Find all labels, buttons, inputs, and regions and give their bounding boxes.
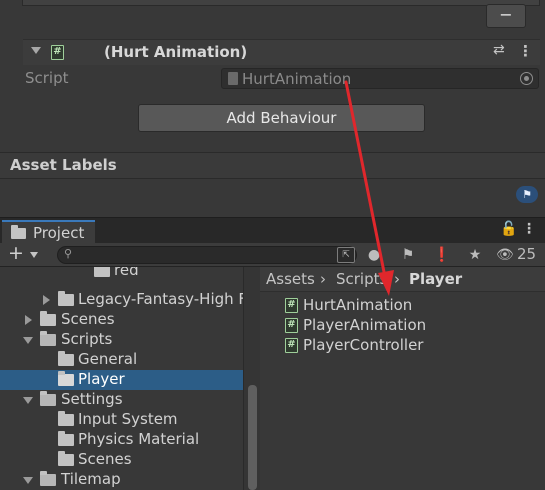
collapse-arrow-icon[interactable] — [23, 477, 33, 484]
hidden-packages-count: 25 — [517, 245, 537, 263]
foldout-arrow-icon[interactable] — [31, 47, 41, 54]
previous-component-footer — [22, 0, 540, 6]
folder-icon — [58, 351, 74, 366]
tree-item-scenes[interactable]: Scenes — [0, 310, 243, 330]
search-by-type-icon[interactable]: ⇱ — [337, 247, 355, 263]
tree-item-settings[interactable]: Settings — [0, 390, 243, 410]
tree-item-input-system[interactable]: Input System — [0, 410, 243, 430]
breadcrumb-assets[interactable]: Assets — [266, 270, 315, 288]
component-menu-icon[interactable]: ⋮ — [518, 42, 533, 60]
folder-icon — [11, 225, 26, 239]
tree-item-label: Scenes — [61, 310, 115, 328]
tree-item-general[interactable]: General — [0, 350, 243, 370]
tree-item-label: Scripts — [61, 330, 113, 348]
script-object-field[interactable]: HurtAnimation — [221, 68, 539, 89]
folder-icon — [58, 411, 74, 426]
folder-icon — [94, 267, 110, 277]
tree-item-legacy-fantasy[interactable]: Legacy-Fantasy-High F — [0, 290, 243, 310]
scrollbar-thumb[interactable] — [248, 385, 257, 490]
object-picker-icon[interactable] — [520, 72, 533, 85]
breadcrumb-scripts[interactable]: Scripts — [336, 270, 387, 288]
script-icon: # — [51, 45, 64, 60]
breadcrumb-separator: › — [320, 270, 326, 288]
asset-labels-heading: Asset Labels — [10, 156, 117, 174]
tree-item-tilemap[interactable]: Tilemap — [0, 470, 243, 490]
tree-item-label: Physics Material — [78, 430, 200, 448]
tree-item-label: Input System — [78, 410, 178, 428]
presets-icon[interactable]: ⇄ — [493, 42, 505, 58]
favorites-star-icon[interactable]: ★ — [465, 245, 485, 265]
script-field-label: Script — [25, 69, 69, 87]
component-header[interactable]: # (Hurt Animation) ⇄ ⋮ — [23, 39, 540, 65]
open-folder-icon — [40, 471, 56, 486]
tree-item-label: Player — [78, 370, 125, 388]
search-input[interactable]: ⚲ ⇱ — [57, 246, 357, 264]
script-icon: # — [285, 298, 298, 313]
folder-icon — [58, 431, 74, 446]
tree-item-label: Legacy-Fantasy-High F — [78, 290, 243, 308]
asset-item-label: PlayerController — [303, 336, 424, 354]
unity-editor-panel: { "inspector": { "remove_button": "−", "… — [0, 0, 545, 490]
component-title: (Hurt Animation) — [104, 43, 248, 61]
asset-list-pane: Assets › Scripts › Player # HurtAnimatio… — [260, 267, 545, 490]
search-by-label-icon[interactable]: ● — [364, 245, 384, 265]
project-tab-bar: Project 🔓 ⋮ — [0, 217, 545, 244]
tag-icon[interactable]: ⚑ — [516, 186, 538, 203]
tree-scrollbar[interactable] — [243, 267, 260, 490]
hidden-packages-icon[interactable]: 👁 — [496, 245, 514, 265]
expand-arrow-icon[interactable] — [43, 295, 50, 305]
tree-item-player[interactable]: Player — [0, 370, 243, 390]
folder-icon — [58, 451, 74, 466]
script-icon: # — [285, 318, 298, 333]
breadcrumb: Assets › Scripts › Player — [260, 267, 545, 292]
collapse-arrow-icon[interactable] — [23, 337, 33, 344]
search-icon: ⚲ — [64, 247, 73, 260]
tree-item-label: Settings — [61, 390, 123, 408]
label-tag-icon[interactable]: ⚑ — [398, 245, 418, 265]
project-toolbar: + ⚲ ⇱ ● ⚑ ❗ ★ 👁 25 — [0, 242, 545, 267]
tree-item-label: General — [78, 350, 138, 368]
create-button[interactable]: + — [8, 242, 24, 264]
inspector-panel: − # (Hurt Animation) ⇄ ⋮ Script HurtAnim… — [0, 0, 545, 216]
folder-tree: red Legacy-Fantasy-High F Scenes Scripts… — [0, 267, 243, 490]
tree-item-label: red — [114, 267, 139, 279]
script-file-icon — [228, 72, 238, 85]
collapse-arrow-icon[interactable] — [23, 397, 33, 404]
tree-item-scripts[interactable]: Scripts — [0, 330, 243, 350]
tree-item-settings-scenes[interactable]: Scenes — [0, 450, 243, 470]
folder-icon — [58, 371, 74, 386]
tree-item-label: Tilemap — [61, 470, 121, 488]
log-warning-icon[interactable]: ❗ — [432, 245, 452, 265]
asset-item-label: PlayerAnimation — [303, 316, 427, 334]
tree-item-label: Scenes — [78, 450, 132, 468]
script-field-value: HurtAnimation — [242, 70, 352, 88]
open-folder-icon — [40, 331, 56, 346]
script-icon: # — [285, 338, 298, 353]
open-folder-icon — [40, 391, 56, 406]
add-behaviour-button[interactable]: Add Behaviour — [138, 104, 425, 132]
panel-menu-icon[interactable]: ⋮ — [522, 221, 536, 237]
lock-icon[interactable]: 🔓 — [500, 221, 517, 237]
tree-item-physics-material[interactable]: Physics Material — [0, 430, 243, 450]
tab-project-label: Project — [33, 224, 85, 242]
breadcrumb-separator: › — [394, 270, 400, 288]
chevron-down-icon[interactable] — [30, 252, 38, 258]
asset-item-label: HurtAnimation — [303, 296, 413, 314]
breadcrumb-player[interactable]: Player — [409, 270, 462, 288]
folder-icon — [40, 311, 56, 326]
asset-labels-header[interactable]: Asset Labels — [0, 152, 545, 179]
tab-project[interactable]: Project — [2, 220, 95, 244]
expand-arrow-icon[interactable] — [25, 315, 32, 325]
tree-item-red[interactable]: red — [0, 267, 243, 281]
remove-component-button[interactable]: − — [486, 4, 526, 28]
folder-icon — [58, 291, 74, 306]
